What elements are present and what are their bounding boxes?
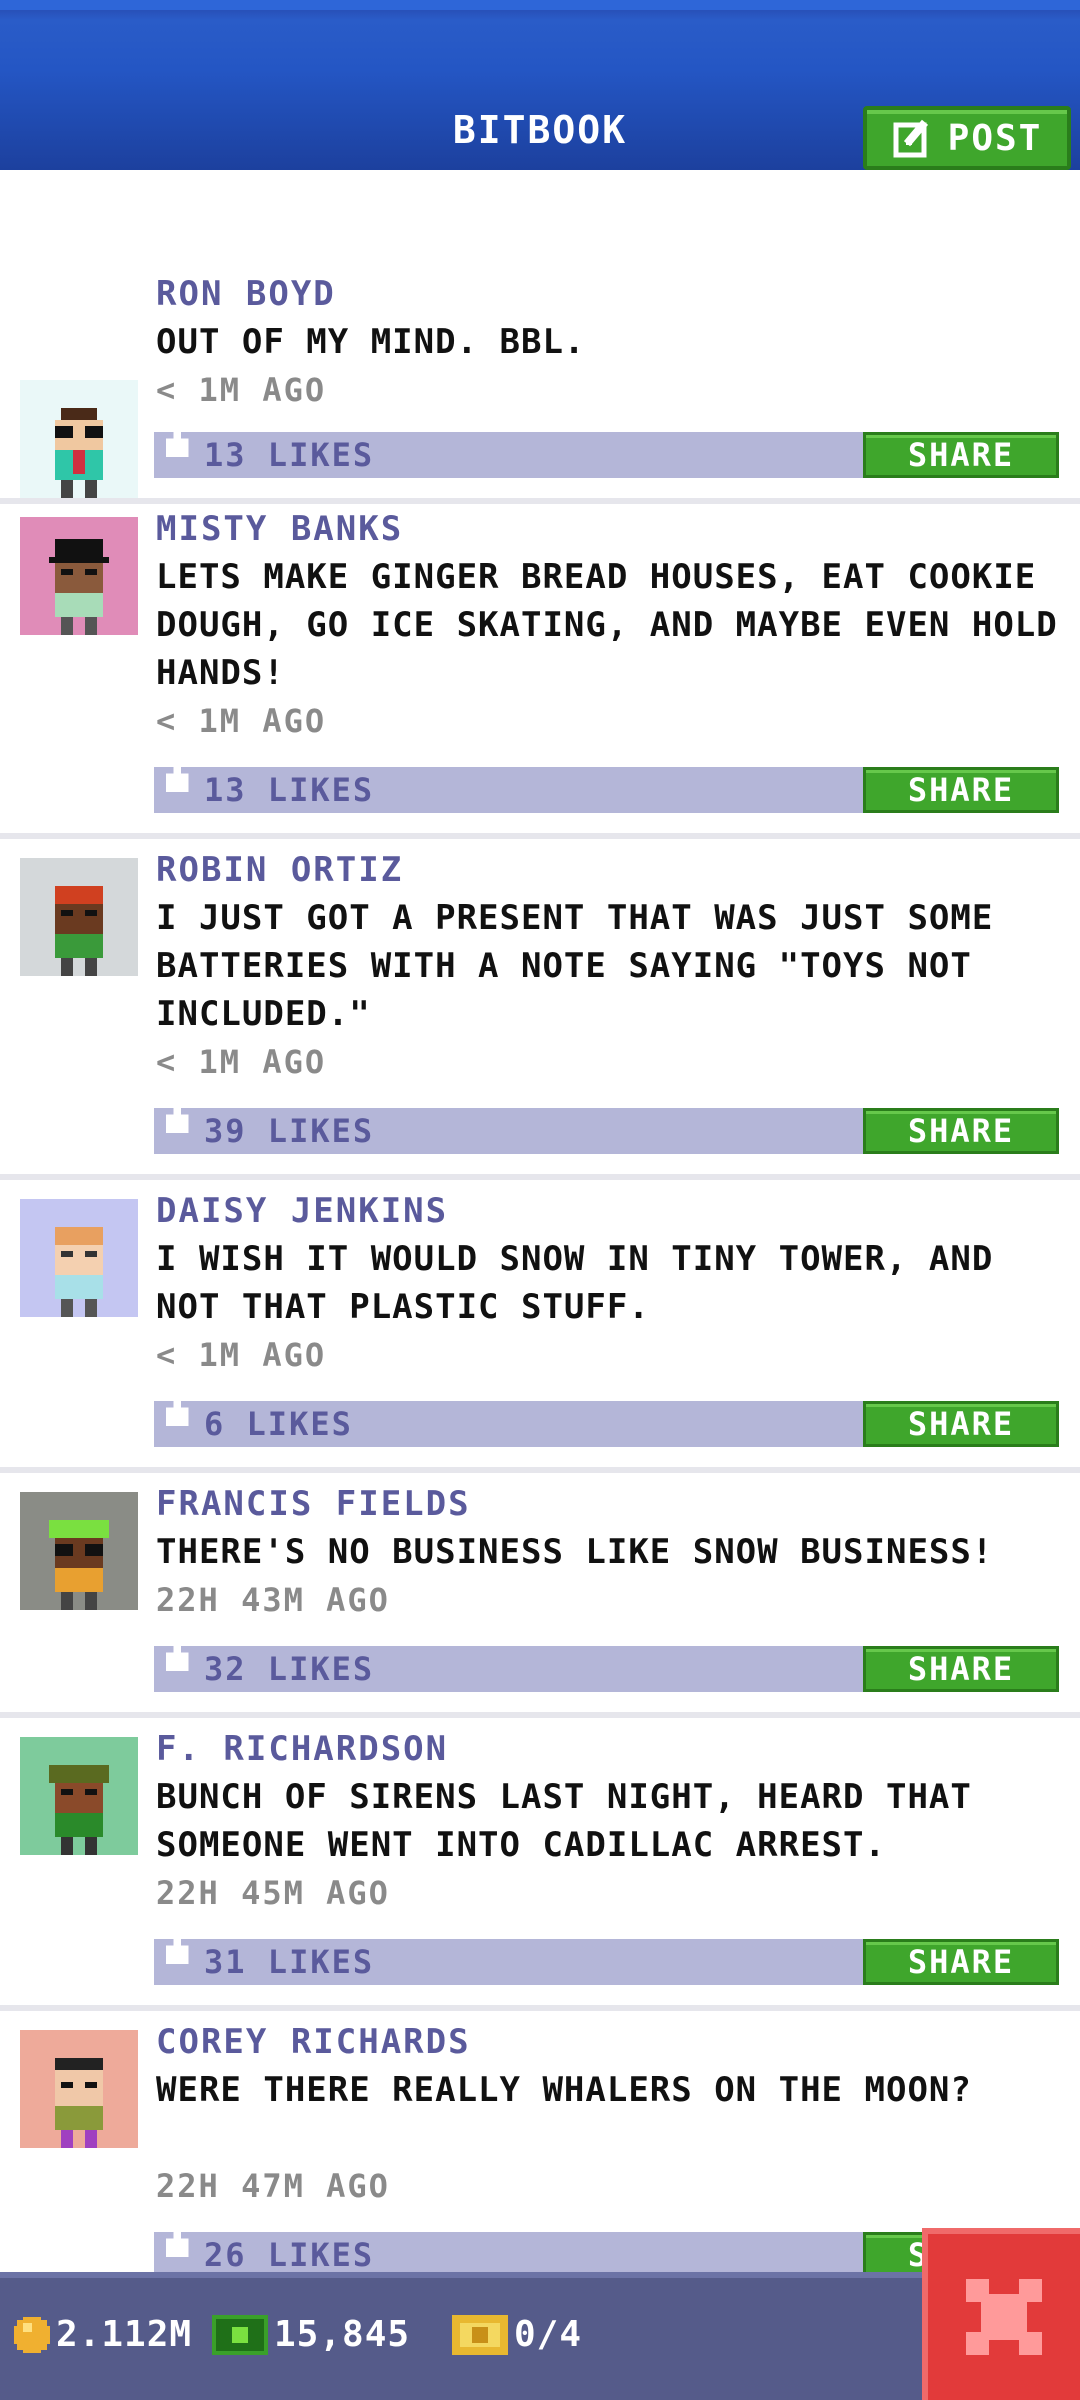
post-author[interactable]: DAISY JENKINS: [156, 1187, 448, 1235]
share-button[interactable]: SHARE: [863, 1939, 1059, 1985]
bux-stat: 15,845: [212, 2314, 410, 2355]
bux-icon: [212, 2314, 268, 2355]
post-message: OUT OF MY MIND. BBL.: [156, 322, 586, 362]
post-author[interactable]: MISTY BANKS: [156, 505, 403, 553]
post-divider: [0, 1712, 1080, 1718]
like-bar[interactable]: 39 LIKES SHARE: [154, 1099, 1059, 1154]
close-icon: [966, 2279, 1042, 2355]
tickets-stat: 0/4: [452, 2314, 582, 2355]
post-timestamp: < 1M AGO: [156, 371, 327, 409]
post-divider: [0, 498, 1080, 504]
post-button[interactable]: POST: [863, 106, 1071, 170]
like-count: 13 LIKES: [204, 436, 375, 474]
post-divider: [0, 1174, 1080, 1180]
post-divider: [0, 2005, 1080, 2011]
post-timestamp: < 1M AGO: [156, 1043, 327, 1081]
avatar[interactable]: [20, 380, 138, 498]
like-count: 6 LIKES: [204, 1405, 353, 1443]
like-count: 31 LIKES: [204, 1943, 375, 1981]
ticket-icon: [452, 2314, 508, 2355]
post-timestamp: 22H 45M AGO: [156, 1874, 390, 1912]
currency-bar: 2.112M 15,845 0/4: [0, 2272, 1080, 2400]
coins-stat: 2.112M: [14, 2314, 192, 2355]
share-button[interactable]: SHARE: [863, 767, 1059, 813]
post-message: THERE'S NO BUSINESS LIKE SNOW BUSINESS!: [156, 1532, 994, 1572]
avatar[interactable]: [20, 517, 138, 635]
post-message: LETS MAKE GINGER BREAD HOUSES, EAT COOKI…: [156, 557, 1058, 693]
compose-icon: [893, 119, 928, 158]
bux-value: 15,845: [274, 2314, 411, 2355]
post-timestamp: 22H 47M AGO: [156, 2167, 390, 2205]
post-button-label: POST: [947, 117, 1043, 159]
share-button[interactable]: SHARE: [863, 1108, 1059, 1154]
share-button[interactable]: SHARE: [863, 1646, 1059, 1692]
share-button[interactable]: SHARE: [863, 1401, 1059, 1447]
thumbs-up-icon: [165, 758, 189, 792]
thumbs-up-icon: [165, 1637, 189, 1671]
coins-value: 2.112M: [56, 2314, 193, 2355]
post-message: BUNCH OF SIRENS LAST NIGHT, HEARD THAT S…: [156, 1777, 972, 1865]
avatar[interactable]: [20, 2030, 138, 2148]
avatar[interactable]: [20, 1199, 138, 1317]
post-divider: [0, 833, 1080, 839]
post-author[interactable]: COREY RICHARDS: [156, 2018, 471, 2066]
avatar[interactable]: [20, 1737, 138, 1855]
thumbs-up-icon: [165, 1392, 189, 1426]
avatar[interactable]: [20, 1492, 138, 1610]
like-bar[interactable]: 13 LIKES SHARE: [154, 423, 1059, 478]
thumbs-up-icon: [165, 1930, 189, 1964]
thumbs-up-icon: [165, 1099, 189, 1133]
share-button[interactable]: SHARE: [863, 432, 1059, 478]
post-timestamp: 22H 43M AGO: [156, 1581, 390, 1619]
like-count: 32 LIKES: [204, 1650, 375, 1688]
coin-icon: [14, 2316, 50, 2353]
thumbs-up-icon: [165, 423, 189, 457]
post-author[interactable]: ROBIN ORTIZ: [156, 846, 403, 894]
like-bar[interactable]: 32 LIKES SHARE: [154, 1637, 1059, 1692]
post-timestamp: < 1M AGO: [156, 1336, 327, 1374]
like-count: 39 LIKES: [204, 1112, 375, 1150]
like-count: 13 LIKES: [204, 771, 375, 809]
post-message: I WISH IT WOULD SNOW IN TINY TOWER, AND …: [156, 1239, 994, 1327]
like-bar[interactable]: 6 LIKES SHARE: [154, 1392, 1059, 1447]
like-bar[interactable]: 31 LIKES SHARE: [154, 1930, 1059, 1985]
tickets-value: 0/4: [514, 2314, 583, 2355]
app-header: BITBOOK POST: [0, 0, 1080, 170]
avatar[interactable]: [20, 858, 138, 976]
close-button[interactable]: [922, 2228, 1080, 2400]
like-bar[interactable]: 13 LIKES SHARE: [154, 758, 1059, 813]
post-message: WERE THERE REALLY WHALERS ON THE MOON?: [156, 2070, 972, 2110]
post-divider: [0, 1467, 1080, 1473]
post-author[interactable]: FRANCIS FIELDS: [156, 1480, 471, 1528]
post-message: I JUST GOT A PRESENT THAT WAS JUST SOME …: [156, 898, 994, 1034]
post-timestamp: < 1M AGO: [156, 702, 327, 740]
thumbs-up-icon: [165, 2223, 189, 2257]
post-author[interactable]: F. RICHARDSON: [156, 1725, 448, 1773]
post-author[interactable]: RON BOYD: [156, 270, 336, 318]
